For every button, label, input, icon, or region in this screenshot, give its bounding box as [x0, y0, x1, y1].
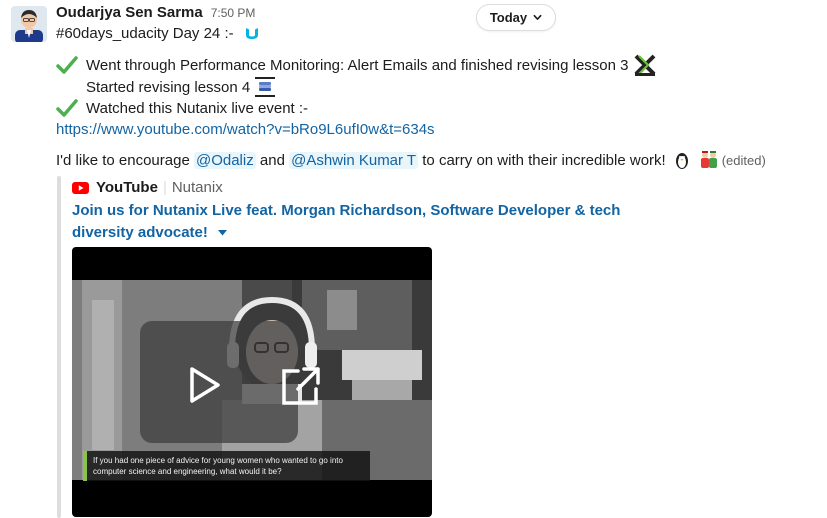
- video-player[interactable]: If you had one piece of advice for young…: [72, 247, 432, 517]
- message-line-2: Started revising lesson 4: [86, 76, 276, 98]
- line-2-text: Started revising lesson 4: [86, 78, 251, 96]
- date-divider-label: Today: [489, 10, 528, 25]
- youtube-logo-icon: [72, 181, 89, 194]
- book-stack-icon: [255, 77, 276, 97]
- line-1-text: Went through Performance Monitoring: Ale…: [86, 56, 629, 74]
- message-line-1: Went through Performance Monitoring: Ale…: [56, 54, 657, 76]
- message-url-line: https://www.youtube.com/watch?v=bRo9L6uf…: [56, 121, 435, 138]
- encourage-prefix: I'd like to encourage: [56, 151, 190, 169]
- video-caption: If you had one piece of advice for young…: [83, 451, 370, 481]
- intro-text: #60days_udacity Day 24 :-: [56, 25, 234, 42]
- sender-name[interactable]: Oudarjya Sen Sarma: [56, 4, 203, 21]
- date-divider-button[interactable]: Today: [476, 4, 556, 31]
- unfurl-source: YouTube | Nutanix: [72, 179, 223, 196]
- lesson-badge-icon: [634, 54, 655, 76]
- video-url-link[interactable]: https://www.youtube.com/watch?v=bRo9L6uf…: [56, 121, 435, 138]
- people-icon: [700, 151, 717, 168]
- mention-odaliz[interactable]: @Odaliz: [193, 151, 256, 169]
- check-mark-icon: [56, 56, 78, 74]
- chevron-down-icon[interactable]: [218, 230, 228, 236]
- encourage-conjunction: and: [259, 151, 285, 169]
- source-separator: |: [162, 179, 167, 196]
- message-timestamp[interactable]: 7:50 PM: [211, 6, 256, 20]
- line-3-text: Watched this Nutanix live event :-: [86, 99, 309, 117]
- unfurl-title[interactable]: Join us for Nutanix Live feat. Morgan Ri…: [72, 200, 672, 244]
- unfurl-source-name: YouTube: [96, 179, 158, 196]
- message-encourage-line: I'd like to encourage @Odaliz and @Ashwi…: [56, 150, 766, 170]
- avatar[interactable]: [11, 6, 47, 42]
- edited-label: (edited): [721, 152, 766, 168]
- penguin-icon: [675, 153, 688, 169]
- message-intro-line: #60days_udacity Day 24 :-: [56, 25, 260, 42]
- encourage-suffix: to carry on with their incredible work!: [422, 151, 666, 169]
- mention-ashwin[interactable]: @Ashwin Kumar T: [289, 151, 419, 169]
- check-mark-icon: [56, 99, 78, 117]
- attachment-border: [57, 176, 61, 518]
- udacity-icon: [245, 27, 258, 39]
- message-line-3: Watched this Nutanix live event :-: [56, 98, 308, 118]
- external-link-icon[interactable]: [278, 365, 322, 409]
- message-header: Oudarjya Sen Sarma 7:50 PM: [56, 4, 255, 24]
- video-controls-overlay: [140, 321, 320, 443]
- play-icon[interactable]: [184, 365, 224, 405]
- chevron-down-icon: [533, 14, 542, 20]
- unfurl-channel[interactable]: Nutanix: [172, 179, 223, 196]
- unfurl-title-text[interactable]: Join us for Nutanix Live feat. Morgan Ri…: [72, 202, 620, 241]
